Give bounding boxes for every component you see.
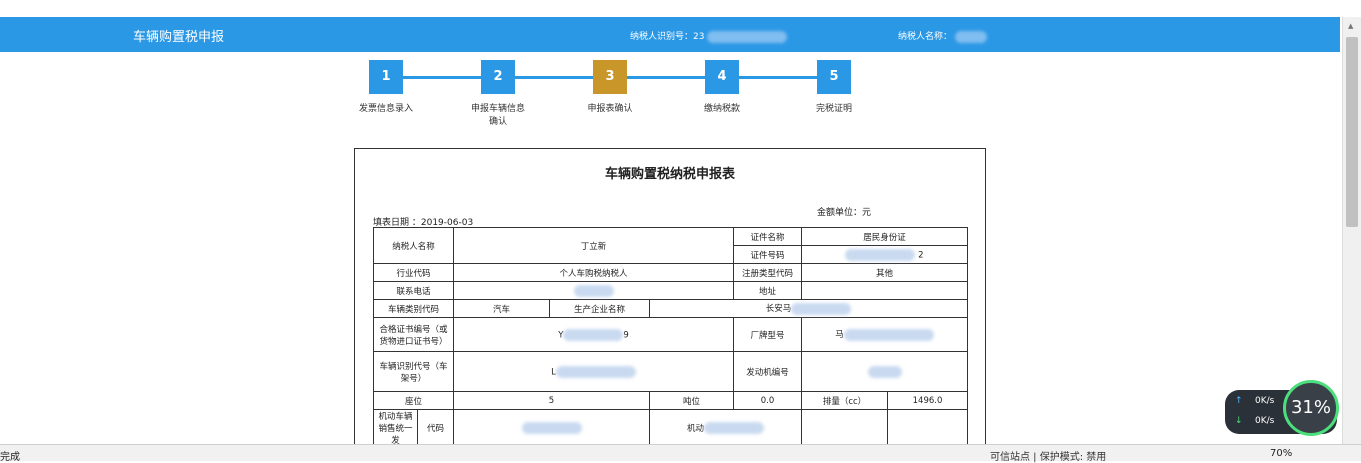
step-3-label: 申报表确认 <box>587 104 633 114</box>
cert-name-value: 居民身份证 <box>801 227 968 246</box>
vin-value: L <box>453 351 734 392</box>
upload-speed: 0K/s <box>1255 396 1275 406</box>
industry-value: 个人车购税纳税人 <box>453 263 734 282</box>
mv-label: 机动 <box>686 423 704 434</box>
manufacturer-value: 长安马 <box>649 299 968 318</box>
vin-label: 车辆识别代号（车架号） <box>373 351 454 392</box>
engine-value <box>801 351 968 392</box>
tonnage-value: 0.0 <box>733 391 802 410</box>
phone-value <box>453 281 734 300</box>
mv-value: 机动 <box>649 409 802 447</box>
tonnage-label: 吨位 <box>649 391 734 410</box>
browser-status-bar: 完成 可信站点 | 保护模式: 禁用 70% <box>0 444 1361 463</box>
phone-label: 联系电话 <box>373 281 454 300</box>
declaration-form: 车辆购置税纳税申报表 金额单位：元 填表日期 ：2019-06-03 纳税人名称… <box>354 148 986 448</box>
step-1: 1 <box>369 60 403 94</box>
redacted-brand <box>843 328 934 341</box>
redacted-code <box>521 422 582 434</box>
displacement-label: 排量（cc） <box>801 391 888 410</box>
redacted-manufacturer <box>791 302 852 315</box>
progress-steps: 1 发票信息录入 2 申报车辆信息确认 3 申报表确认 4 缴纳税款 5 完税证… <box>359 60 880 140</box>
cert-name-label: 证件名称 <box>733 227 802 246</box>
redacted-vin <box>555 365 636 378</box>
redacted-cert-no <box>845 248 916 261</box>
step-2-label: 申报车辆信息确认 <box>470 104 525 127</box>
taxpayer-name-text: 纳税人名称： <box>898 32 953 42</box>
step-4: 4 <box>705 60 739 94</box>
top-header: 车辆购置税申报 纳税人识别号：23 纳税人名称： <box>0 17 1340 52</box>
scrollbar-thumb[interactable] <box>1346 37 1358 227</box>
mv-invoice-label: 机动车辆销售统一发 <box>373 409 418 447</box>
reg-type-value: 其他 <box>801 263 968 282</box>
displacement-value: 1496.0 <box>887 391 968 410</box>
cert-code-value: Y9 <box>453 317 734 352</box>
blank-cell-2 <box>887 409 968 447</box>
download-speed: 0K/s <box>1255 416 1275 426</box>
code-label: 代码 <box>417 409 454 447</box>
taxpayer-name-value: 丁立新 <box>453 227 734 264</box>
taxpayer-id-label: 纳税人识别号：23 <box>630 29 788 43</box>
redacted-taxpayer-id <box>707 30 788 43</box>
network-speed-widget[interactable]: ↑ 0K/s ↓ 0K/s 31% <box>1225 380 1339 436</box>
page-title: 车辆购置税申报 <box>133 30 225 45</box>
step-1-label: 发票信息录入 <box>358 104 413 114</box>
taxpayer-name-label: 纳税人名称： <box>898 29 987 43</box>
redacted-engine <box>867 365 902 378</box>
form-title: 车辆购置税纳税申报表 <box>604 167 735 182</box>
redacted-mv <box>704 422 764 435</box>
brand-prefix: 马 <box>835 330 844 341</box>
scroll-up-icon[interactable]: ▲ <box>1348 22 1353 30</box>
cert-code-label: 合格证书编号（或货物进口证书号） <box>373 317 454 352</box>
manufacturer-label: 生产企业名称 <box>549 299 650 318</box>
vertical-scrollbar[interactable]: ▲ <box>1342 17 1361 444</box>
form-table: 纳税人名称 丁立新 证件名称 居民身份证 证件号码 2 行业代码 个人车购税纳税… <box>373 227 968 447</box>
step-3-active: 3 <box>593 60 627 94</box>
blank-cell-1 <box>801 409 888 447</box>
seats-value: 5 <box>453 391 650 410</box>
zoom-level[interactable]: 70% <box>1270 448 1292 459</box>
redacted-phone <box>573 284 614 297</box>
step-4-label: 缴纳税款 <box>703 104 740 114</box>
manufacturer-prefix: 长安马 <box>765 304 792 315</box>
step-2: 2 <box>481 60 515 94</box>
taxpayer-name-cell-label: 纳税人名称 <box>373 227 454 264</box>
reg-type-label: 注册类型代码 <box>733 263 802 282</box>
cert-no-tail: 2 <box>918 250 924 260</box>
redacted-taxpayer-name <box>954 30 987 43</box>
brand-value: 马 <box>801 317 968 352</box>
taxpayer-id-text: 纳税人识别号：23 <box>630 32 705 42</box>
cert-no-value: 2 <box>801 245 968 264</box>
step-5-label: 完税证明 <box>815 104 852 114</box>
seats-label: 座位 <box>373 391 454 410</box>
address-label: 地址 <box>733 281 802 300</box>
code-value <box>453 409 650 447</box>
download-arrow-icon: ↓ <box>1235 416 1243 426</box>
redacted-cert-code <box>563 328 624 341</box>
cert-no-label: 证件号码 <box>733 245 802 264</box>
engine-label: 发动机编号 <box>733 351 802 392</box>
cert-code-tail: 9 <box>623 330 629 340</box>
vehicle-type-label: 车辆类别代码 <box>373 299 454 318</box>
amount-unit: 金额单位：元 <box>817 208 872 218</box>
industry-label: 行业代码 <box>373 263 454 282</box>
upload-arrow-icon: ↑ <box>1235 396 1243 406</box>
step-5: 5 <box>817 60 851 94</box>
vehicle-type-value: 汽车 <box>453 299 550 318</box>
brand-label: 厂牌型号 <box>733 317 802 352</box>
address-value <box>801 281 968 300</box>
memory-percent: 31% <box>1283 380 1339 436</box>
